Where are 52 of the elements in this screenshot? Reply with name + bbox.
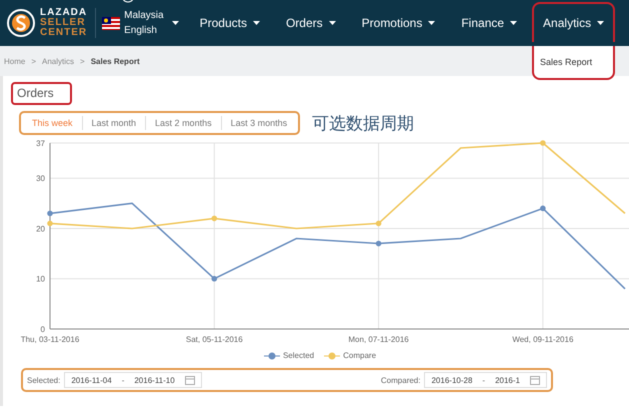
data-point	[376, 240, 382, 246]
data-point	[211, 276, 218, 282]
caret-icon	[252, 21, 260, 25]
y-tick-label: 20	[36, 224, 45, 234]
legend-label: Compare	[343, 351, 376, 360]
logo-text: CENTER	[40, 28, 88, 38]
dropdown-item[interactable]: Sales Report	[540, 57, 592, 67]
menu-item[interactable]: Finance	[450, 2, 528, 44]
menu-item[interactable]: Analytics	[532, 2, 616, 42]
menu-item[interactable]: Orders	[274, 2, 347, 44]
data-point	[376, 220, 382, 226]
caret-icon	[597, 21, 604, 25]
menu-item[interactable]: Products	[188, 2, 271, 44]
calendar-icon	[184, 375, 195, 385]
data-point	[540, 206, 546, 212]
x-tick-label: Mon, 07-11-2016	[348, 335, 409, 344]
calendar-icon	[530, 375, 540, 385]
data-point	[47, 210, 53, 216]
country-label: Malaysia	[124, 9, 164, 23]
x-tick-label: Thu, 03-11-2016	[20, 335, 80, 344]
caret-icon	[172, 21, 179, 25]
x-tick-label: Sat, 05-11-2016	[186, 335, 243, 344]
period-tab[interactable]: Last 3 months	[220, 116, 296, 130]
y-tick-label: 37	[36, 139, 45, 148]
period-tab[interactable]: Last month	[82, 116, 146, 130]
logo-text: LAZADA	[40, 8, 88, 18]
language-label: English	[124, 24, 158, 38]
caret-icon	[428, 21, 436, 25]
x-tick-label: Wed, 09-11-2016	[512, 335, 574, 344]
date-label: Selected:	[27, 376, 60, 384]
caret-icon	[328, 21, 336, 25]
caret-icon	[510, 21, 518, 25]
logo-text: SELLER	[40, 18, 86, 28]
date-label: Compared:	[380, 376, 420, 384]
y-tick-label: 10	[36, 274, 45, 284]
dollar-coin-icon	[6, 8, 36, 38]
data-point	[211, 216, 218, 222]
period-tab[interactable]: Last 2 months	[145, 116, 221, 130]
country-selector[interactable]: Malaysia English	[96, 8, 179, 38]
section-title: Orders	[11, 82, 72, 105]
breadcrumb-separator: >	[31, 56, 36, 66]
data-point	[47, 220, 53, 226]
data-point	[540, 140, 546, 146]
y-tick-label: 0	[40, 325, 45, 334]
date-range-field[interactable]: 2016-11-04 - 2016-11-10	[64, 372, 202, 388]
legend-label: Selected	[282, 351, 314, 360]
flag-icon	[102, 16, 120, 30]
date-range-field[interactable]: 2016-10-28 - 2016-1	[424, 372, 547, 388]
breadcrumb-separator: >	[80, 56, 85, 66]
annotation-text: 可选数据周期	[312, 112, 414, 134]
menu-item[interactable]: Promotions	[350, 2, 446, 44]
y-tick-label: 30	[36, 174, 45, 184]
